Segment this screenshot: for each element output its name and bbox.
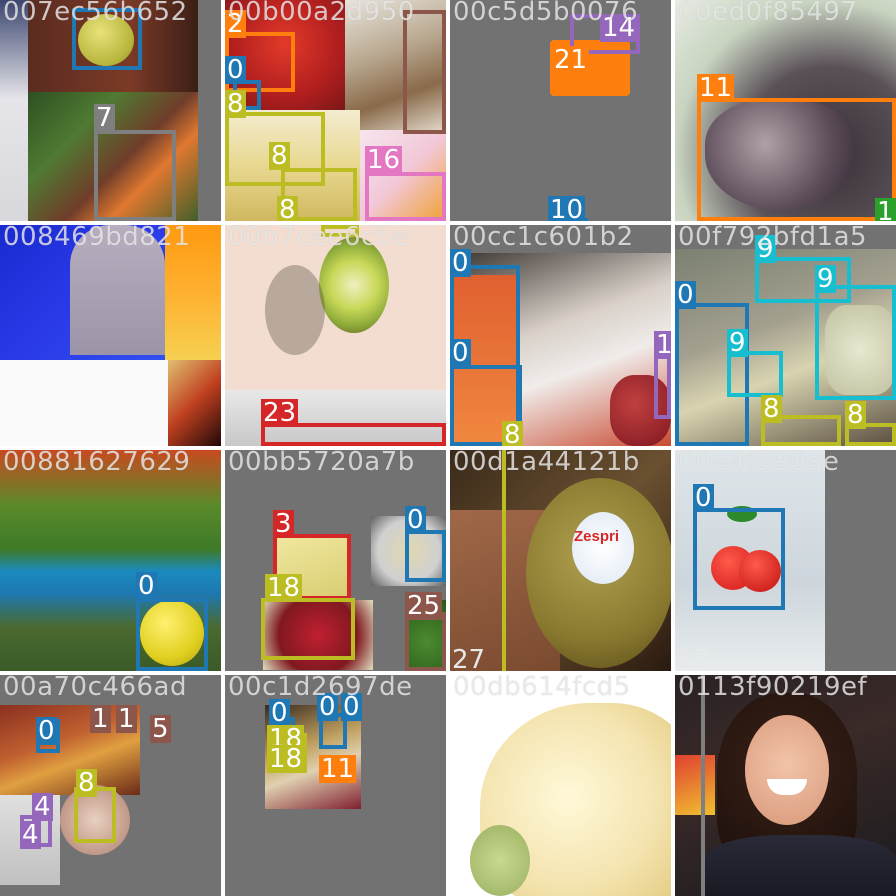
mosaic-tile: 0 00881627629 bbox=[0, 450, 221, 671]
detection-label: 0 bbox=[693, 483, 714, 513]
mosaic-tile: 3 0 18 25 00bb5720a7b bbox=[225, 450, 446, 671]
detection-label: 0 bbox=[317, 692, 338, 722]
photo-person-face bbox=[745, 715, 829, 825]
tile-title: 00db614fcd5 bbox=[453, 675, 631, 702]
detection-label: 21 bbox=[552, 45, 590, 75]
detection-box bbox=[72, 8, 142, 70]
zespri-sticker-text: Zespri bbox=[574, 528, 620, 545]
detection-label: 8 bbox=[269, 141, 290, 171]
detection-label: 17 bbox=[677, 645, 711, 671]
detection-label: 11 bbox=[319, 754, 357, 784]
detection-label: 4 bbox=[20, 820, 41, 850]
detection-label: 2 bbox=[225, 9, 246, 39]
photo-kiwi-half bbox=[319, 237, 389, 333]
detection-label: 14 bbox=[600, 13, 638, 43]
detection-box bbox=[701, 675, 705, 896]
photo-shadow bbox=[265, 265, 325, 355]
detection-label: 23 bbox=[261, 398, 299, 428]
detection-label: 0 bbox=[675, 280, 696, 310]
detection-label: 5 bbox=[150, 714, 171, 744]
detection-label: 27 bbox=[452, 645, 486, 671]
detection-box bbox=[697, 98, 896, 221]
tile-title: 00b7cee6cbe bbox=[228, 225, 410, 252]
photo-hand bbox=[70, 225, 165, 355]
detection-label: 0 bbox=[341, 692, 362, 722]
photo-person-shirt bbox=[705, 835, 896, 896]
detection-box bbox=[94, 130, 176, 221]
detection-label: 16 bbox=[365, 145, 403, 175]
detection-label: 9 bbox=[727, 328, 748, 358]
mosaic-tile: 2 0 8 8 8 16 00b00a2d950 bbox=[225, 0, 446, 221]
detection-box bbox=[136, 598, 208, 671]
detection-label: 9 bbox=[755, 234, 776, 264]
detection-label: 0 bbox=[450, 338, 471, 368]
photo-orange-slice bbox=[165, 225, 221, 360]
mosaic-tile: 008469bd821 bbox=[0, 225, 221, 446]
detection-label: 10 bbox=[548, 196, 586, 221]
photo-cauliflower-leaf bbox=[470, 825, 530, 896]
detection-label: 7 bbox=[94, 103, 115, 133]
detection-label: 8 bbox=[502, 421, 523, 446]
photo-food bbox=[168, 360, 221, 446]
detection-box bbox=[365, 172, 446, 221]
photo-white-area bbox=[0, 360, 168, 446]
detection-label: 8 bbox=[76, 768, 97, 798]
detection-label: 0 bbox=[405, 505, 426, 535]
detection-label: 1 bbox=[90, 704, 111, 734]
detection-box bbox=[403, 10, 446, 134]
detection-label: 9 bbox=[815, 264, 836, 294]
photo-shelf bbox=[675, 755, 715, 815]
detection-label: 8 bbox=[277, 196, 298, 221]
mosaic-tile: 0 0 1 8 00cc1c601b2 bbox=[450, 225, 671, 446]
mosaic-tile: 9 9 0 9 8 8 00f792bfd1a5 bbox=[675, 225, 896, 446]
detection-label: 0 bbox=[136, 571, 157, 601]
mosaic-tile: 00db614fcd5 bbox=[450, 675, 671, 896]
detection-label: 25 bbox=[405, 591, 443, 621]
detection-label: 0 bbox=[269, 698, 290, 728]
detection-box bbox=[502, 450, 506, 671]
mosaic-tile: 0 1 1 5 8 4 4 00a70c466ad bbox=[0, 675, 221, 896]
mosaic-tile: 7 007ec56b652 bbox=[0, 0, 221, 221]
mosaic-grid: 7 007ec56b652 2 0 8 8 8 16 00b00a2d950 1… bbox=[0, 0, 896, 896]
tile-title: 00bb5720a7b bbox=[228, 450, 415, 477]
detection-box bbox=[261, 598, 355, 660]
detection-label: 4 bbox=[32, 792, 53, 822]
mosaic-tile: 11 1 00ed0f85497 bbox=[675, 0, 896, 221]
tile-title: 00cc1c601b2 bbox=[453, 225, 634, 252]
detection-label: 1 bbox=[654, 331, 671, 359]
detection-label: 8 bbox=[845, 400, 866, 430]
detection-label: 0 bbox=[36, 716, 57, 746]
detection-box bbox=[815, 285, 896, 400]
detection-label: 0 bbox=[225, 55, 246, 85]
detection-label: 8 bbox=[225, 89, 246, 119]
detection-label: 3 bbox=[273, 509, 294, 539]
photo-left-strip bbox=[0, 0, 28, 221]
mosaic-tile: 0 0 0 18 18 11 00c1d2697de bbox=[225, 675, 446, 896]
detection-label: 1 bbox=[875, 198, 896, 221]
detection-label: 8 bbox=[761, 394, 782, 424]
detection-label: 1 bbox=[116, 704, 137, 734]
detection-label: 18 bbox=[265, 573, 303, 603]
detection-label: 11 bbox=[697, 73, 735, 103]
detection-box bbox=[405, 530, 446, 582]
photo-zespri-sticker bbox=[572, 512, 634, 584]
detection-box bbox=[693, 508, 785, 610]
mosaic-tile: 14 21 10 00c5d5b0076 bbox=[450, 0, 671, 221]
detection-label: 18 bbox=[267, 744, 305, 774]
detection-box bbox=[321, 225, 359, 237]
mosaic-tile: 0113f90219ef bbox=[675, 675, 896, 896]
mosaic-tile: Zespri 27 00d1a44121b bbox=[450, 450, 671, 671]
mosaic-tile: 0 17 00e4f590ae bbox=[675, 450, 896, 671]
mosaic-tile: 23 00b7cee6cbe bbox=[225, 225, 446, 446]
photo-right-gray bbox=[198, 0, 221, 221]
tile-title: 00a70c466ad bbox=[3, 675, 187, 702]
detection-label: 0 bbox=[450, 248, 471, 278]
